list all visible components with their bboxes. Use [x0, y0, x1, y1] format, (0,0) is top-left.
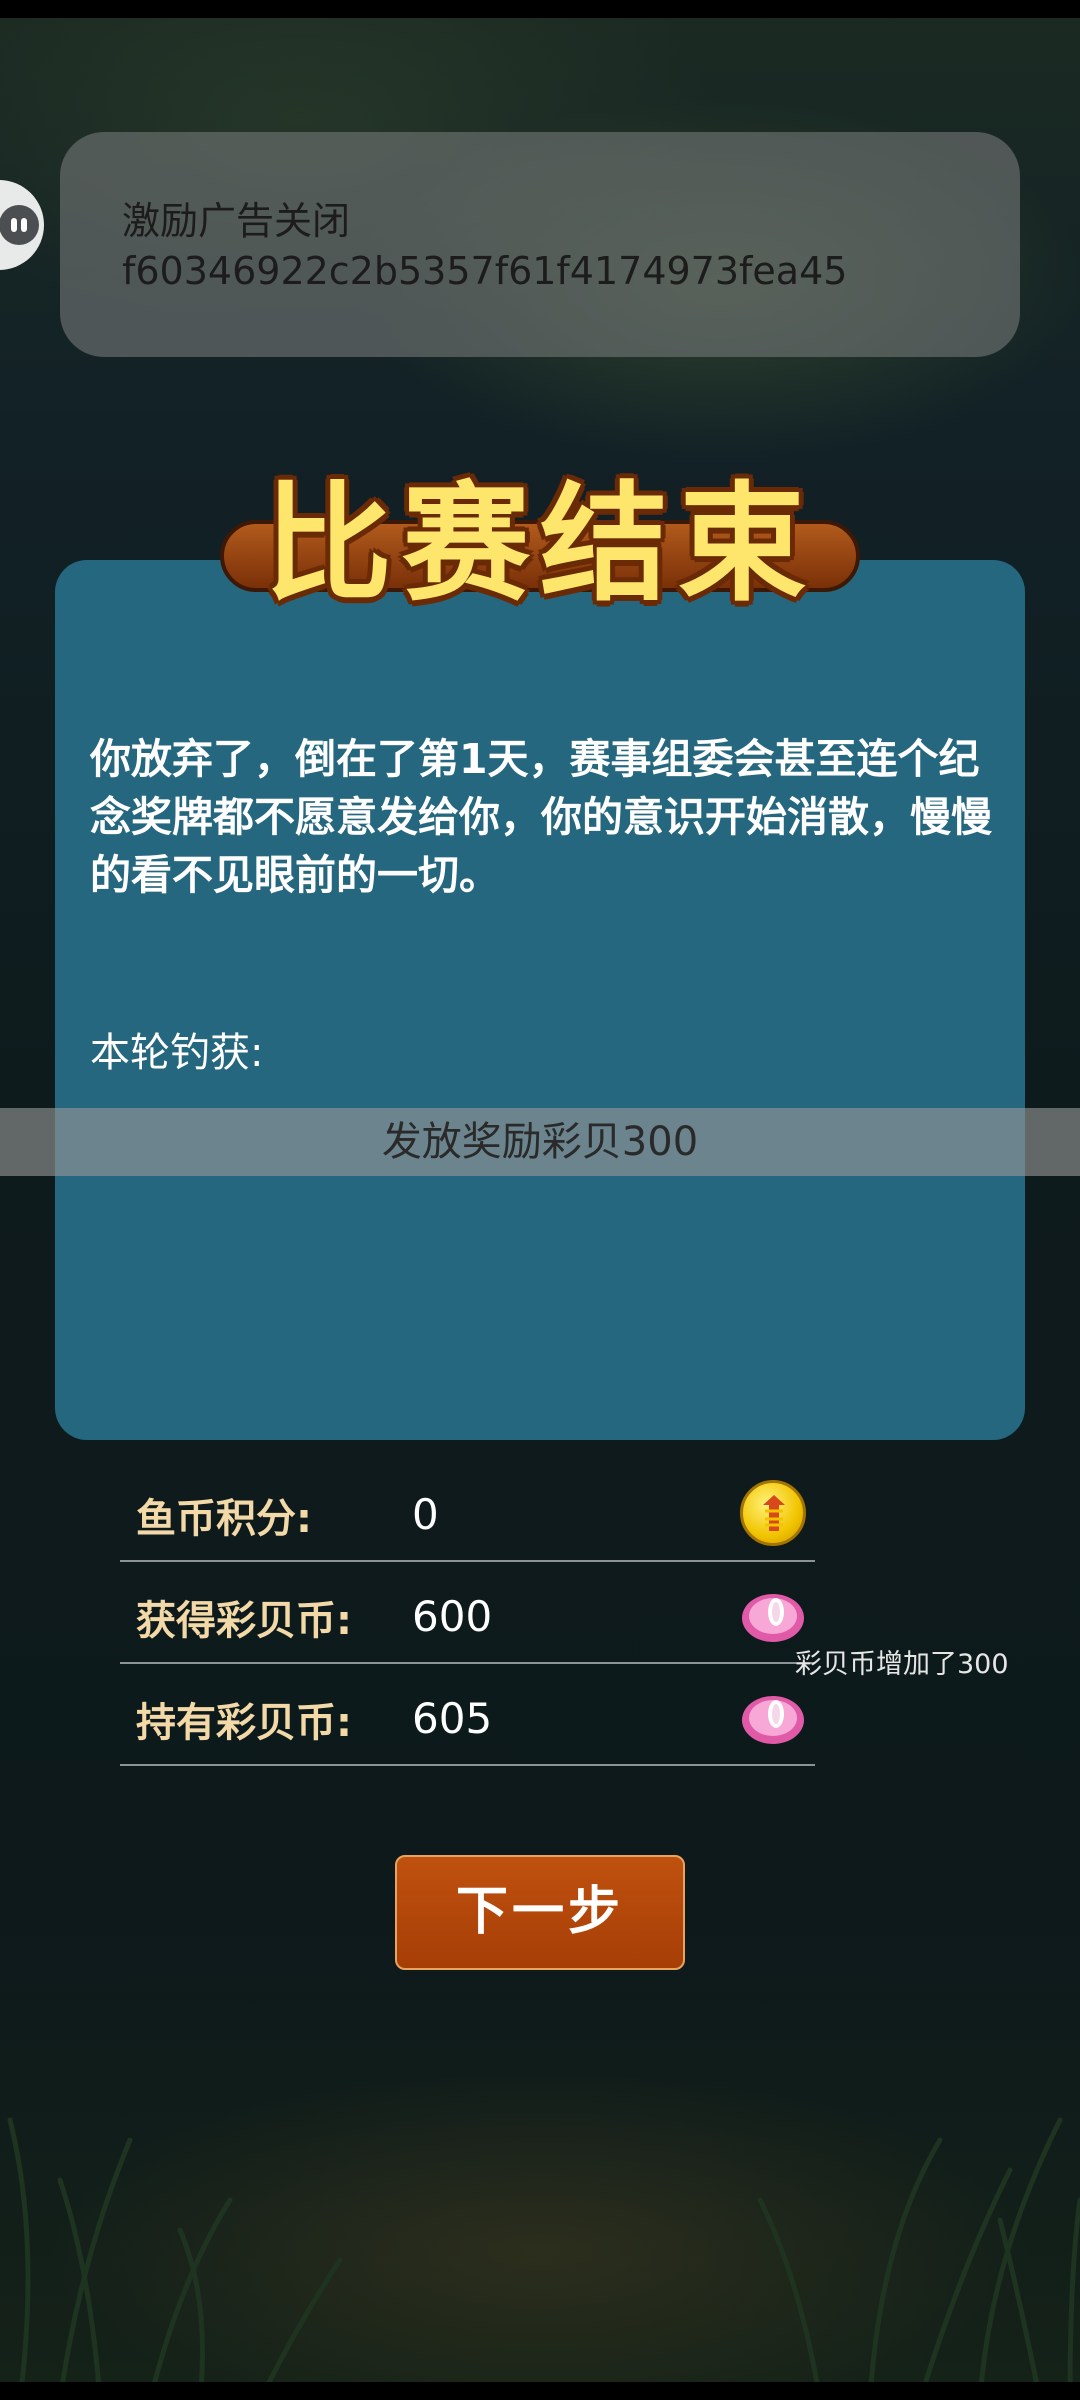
page-title: 比赛结束	[263, 470, 816, 619]
assistant-face-icon	[0, 205, 39, 245]
stat-value: 0	[412, 1490, 439, 1539]
toast-title: 激励广告关闭	[122, 199, 351, 243]
stat-label: 持有彩贝币:	[136, 1700, 352, 1746]
fish-coin-icon	[740, 1480, 806, 1546]
navigation-bar	[0, 2382, 1080, 2400]
stat-row-fish-coin: 鱼币积分: 0	[120, 1460, 815, 1562]
result-panel	[55, 560, 1025, 1440]
stats-table: 鱼币积分: 0 获得彩贝币: 600 持有彩贝币: 605	[120, 1460, 815, 1766]
grass-decoration	[7, 2117, 1080, 2400]
shell-increase-message: 彩贝币增加了300	[795, 1649, 1009, 1680]
catch-label: 本轮钓获:	[90, 1030, 264, 1076]
stat-label: 获得彩贝币:	[136, 1598, 352, 1644]
shell-icon	[740, 1684, 806, 1750]
toast-id: f60346922c2b5357f61f4174973fea45	[122, 249, 848, 293]
stat-row-earned-shells: 获得彩贝币: 600	[120, 1562, 815, 1664]
stat-label: 鱼币积分:	[136, 1496, 312, 1542]
ad-closed-toast: 激励广告关闭 f60346922c2b5357f61f4174973fea45	[60, 132, 1020, 357]
reward-notice: 发放奖励彩贝300	[0, 1108, 1080, 1176]
shell-icon	[740, 1582, 806, 1648]
next-button[interactable]: 下一步	[395, 1855, 685, 1970]
status-bar	[0, 0, 1080, 18]
stat-value: 600	[412, 1592, 493, 1641]
stat-row-held-shells: 持有彩贝币: 605	[120, 1664, 815, 1766]
stat-value: 605	[412, 1694, 493, 1743]
result-story-text: 你放弃了，倒在了第1天，赛事组委会甚至连个纪念奖牌都不愿意发给你，你的意识开始消…	[90, 735, 992, 899]
